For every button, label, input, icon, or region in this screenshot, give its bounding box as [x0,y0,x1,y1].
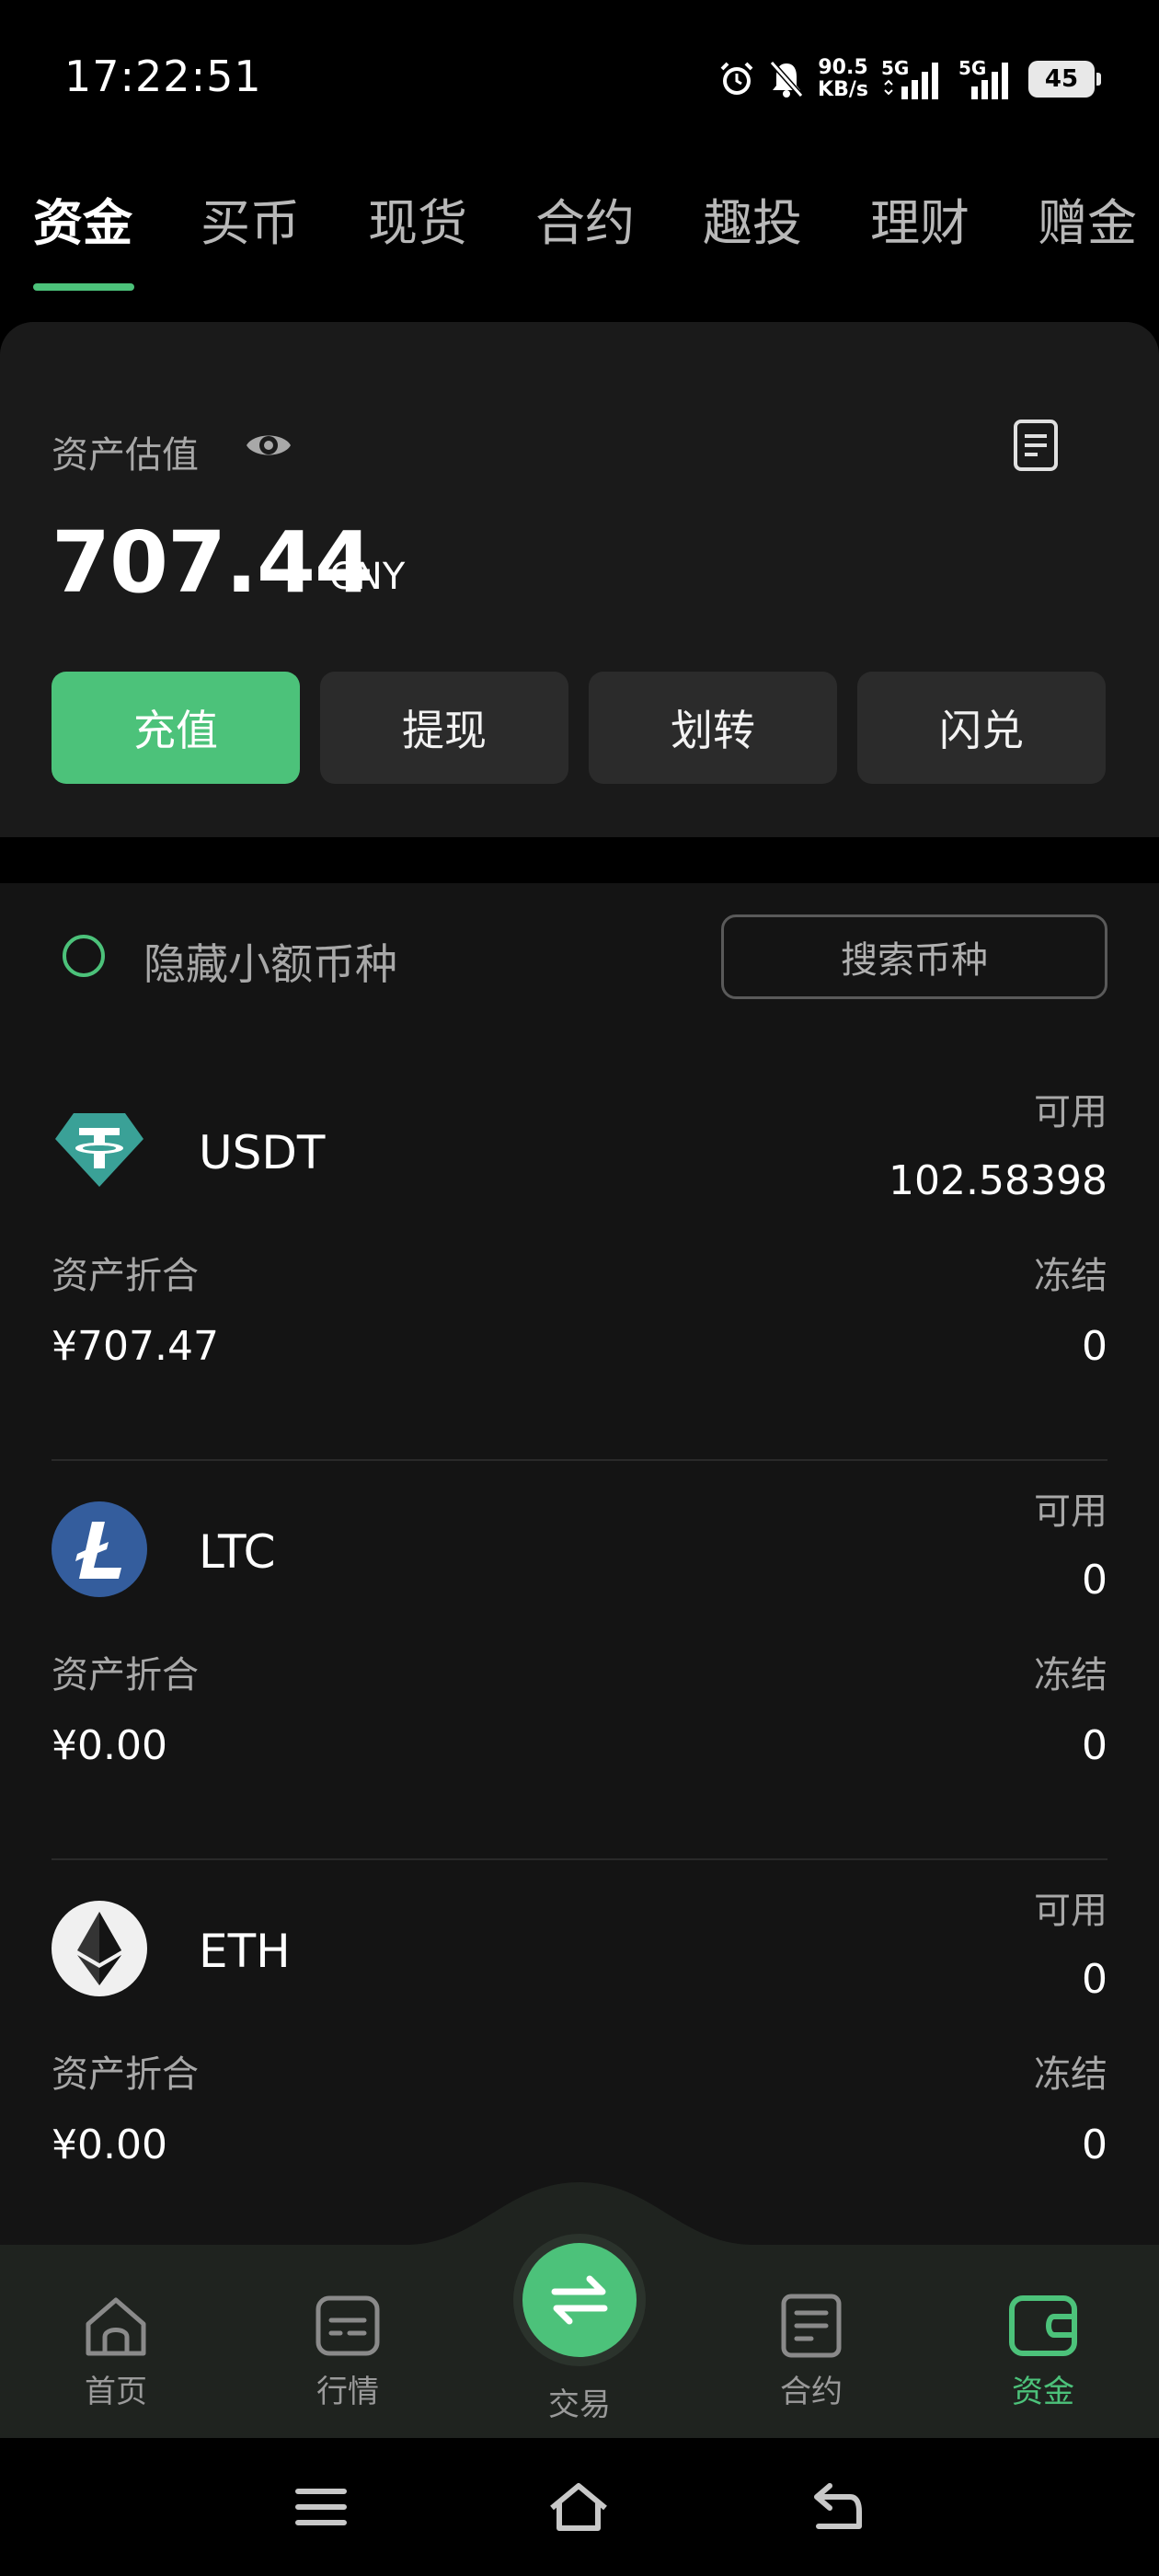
tab-contract[interactable]: 合约 [535,182,635,255]
nav-funds-label: 资金 [1012,2374,1074,2410]
top-tabs: 资金 买币 现货 合约 趣投 理财 赠金 [0,175,1159,294]
status-icons: 90.5 KB/s 5G 5G 45 [718,53,1101,105]
market-icon [316,2295,380,2356]
frozen-value: 0 [1082,1722,1107,1769]
tab-spot[interactable]: 现货 [368,182,467,255]
usdt-icon [55,1113,143,1187]
fold-label: 资产折合 [52,1255,199,1297]
contract-icon [781,2294,842,2358]
signal-2: 5G [958,57,1016,101]
available-label: 可用 [1034,1490,1107,1533]
section-divider [0,837,1159,883]
nav-trade[interactable] [522,2243,637,2357]
available-value: 0 [1082,1557,1107,1604]
tab-fun-invest[interactable]: 趣投 [703,182,802,255]
fold-value: ¥0.00 [52,1722,167,1769]
signal-icon [884,63,938,99]
frozen-value: 0 [1082,1323,1107,1370]
flash-swap-button[interactable]: 闪兑 [857,672,1106,784]
ltc-icon [52,1501,147,1597]
signal-icon [971,63,1008,99]
withdraw-button[interactable]: 提现 [320,672,568,784]
fold-label: 资产折合 [52,2053,199,2096]
home-icon [86,2297,146,2356]
fold-label: 资产折合 [52,1654,199,1696]
nav-market[interactable]: 行情 [274,2291,421,2411]
mute-bell-icon [769,61,804,98]
nav-contract-label: 合约 [780,2374,843,2410]
available-label: 可用 [1034,1091,1107,1133]
coin-symbol: ETH [199,1925,291,1978]
alarm-icon [720,62,753,95]
tab-buy-coin[interactable]: 买币 [201,182,300,255]
eye-icon[interactable] [243,420,294,471]
record-icon[interactable] [1008,416,1063,475]
nav-trade-label[interactable]: 交易 [515,2379,644,2424]
coin-symbol: USDT [199,1126,326,1179]
nav-home-label: 首页 [85,2374,147,2410]
coin-row-usdt[interactable]: USDT 可用 102.58398 资产折合 ¥707.47 冻结 0 [0,1062,1159,1461]
asset-value: 707.44 [52,513,373,612]
tab-funds[interactable]: 资金 [33,182,132,255]
tab-active-indicator [33,283,134,291]
available-value: 102.58398 [889,1157,1107,1204]
nav-contract[interactable]: 合约 [738,2291,885,2411]
eth-icon [52,1901,147,1996]
frozen-value: 0 [1082,2122,1107,2168]
home-system-icon[interactable] [546,2475,611,2539]
battery-icon: 45 [1028,61,1101,98]
swap-icon [551,2275,608,2325]
coin-symbol: LTC [199,1525,276,1579]
asset-card: 资产估值 707.44 CNY 充值 提现 划转 闪兑 [0,322,1159,837]
nav-home[interactable]: 首页 [42,2291,189,2411]
frozen-label: 冻结 [1034,1654,1107,1696]
frozen-label: 冻结 [1034,1255,1107,1297]
asset-label: 资产估值 [52,434,199,477]
signal-1: 5G [881,57,946,101]
back-icon[interactable] [804,2475,868,2539]
tab-wealth[interactable]: 理财 [870,182,970,255]
transfer-button[interactable]: 划转 [589,672,837,784]
net-speed-unit: KB/s [818,78,868,101]
search-coin-button[interactable]: 搜索币种 [721,914,1107,999]
net-speed: 90.5 KB/s [818,57,868,101]
nav-market-label: 行情 [316,2374,379,2410]
frozen-label: 冻结 [1034,2053,1107,2096]
menu-icon[interactable] [289,2475,353,2539]
tab-bonus[interactable]: 赠金 [1038,182,1137,255]
wallet-icon [1009,2295,1077,2356]
hide-small-toggle[interactable] [63,935,105,977]
available-label: 可用 [1034,1890,1107,1932]
fold-value: ¥707.47 [52,1323,219,1370]
hide-small-label[interactable]: 隐藏小额币种 [143,931,397,992]
available-value: 0 [1082,1956,1107,2003]
nav-funds[interactable]: 资金 [970,2291,1117,2411]
net-speed-value: 90.5 [818,56,868,79]
fold-value: ¥0.00 [52,2122,167,2168]
deposit-button[interactable]: 充值 [52,672,300,784]
asset-unit: CNY [329,556,406,598]
coin-row-ltc[interactable]: LTC 可用 0 资产折合 ¥0.00 冻结 0 [0,1461,1159,1860]
status-time: 17:22:51 [64,52,262,101]
status-bar: 17:22:51 90.5 KB/s 5G 5G 45 [0,0,1159,156]
